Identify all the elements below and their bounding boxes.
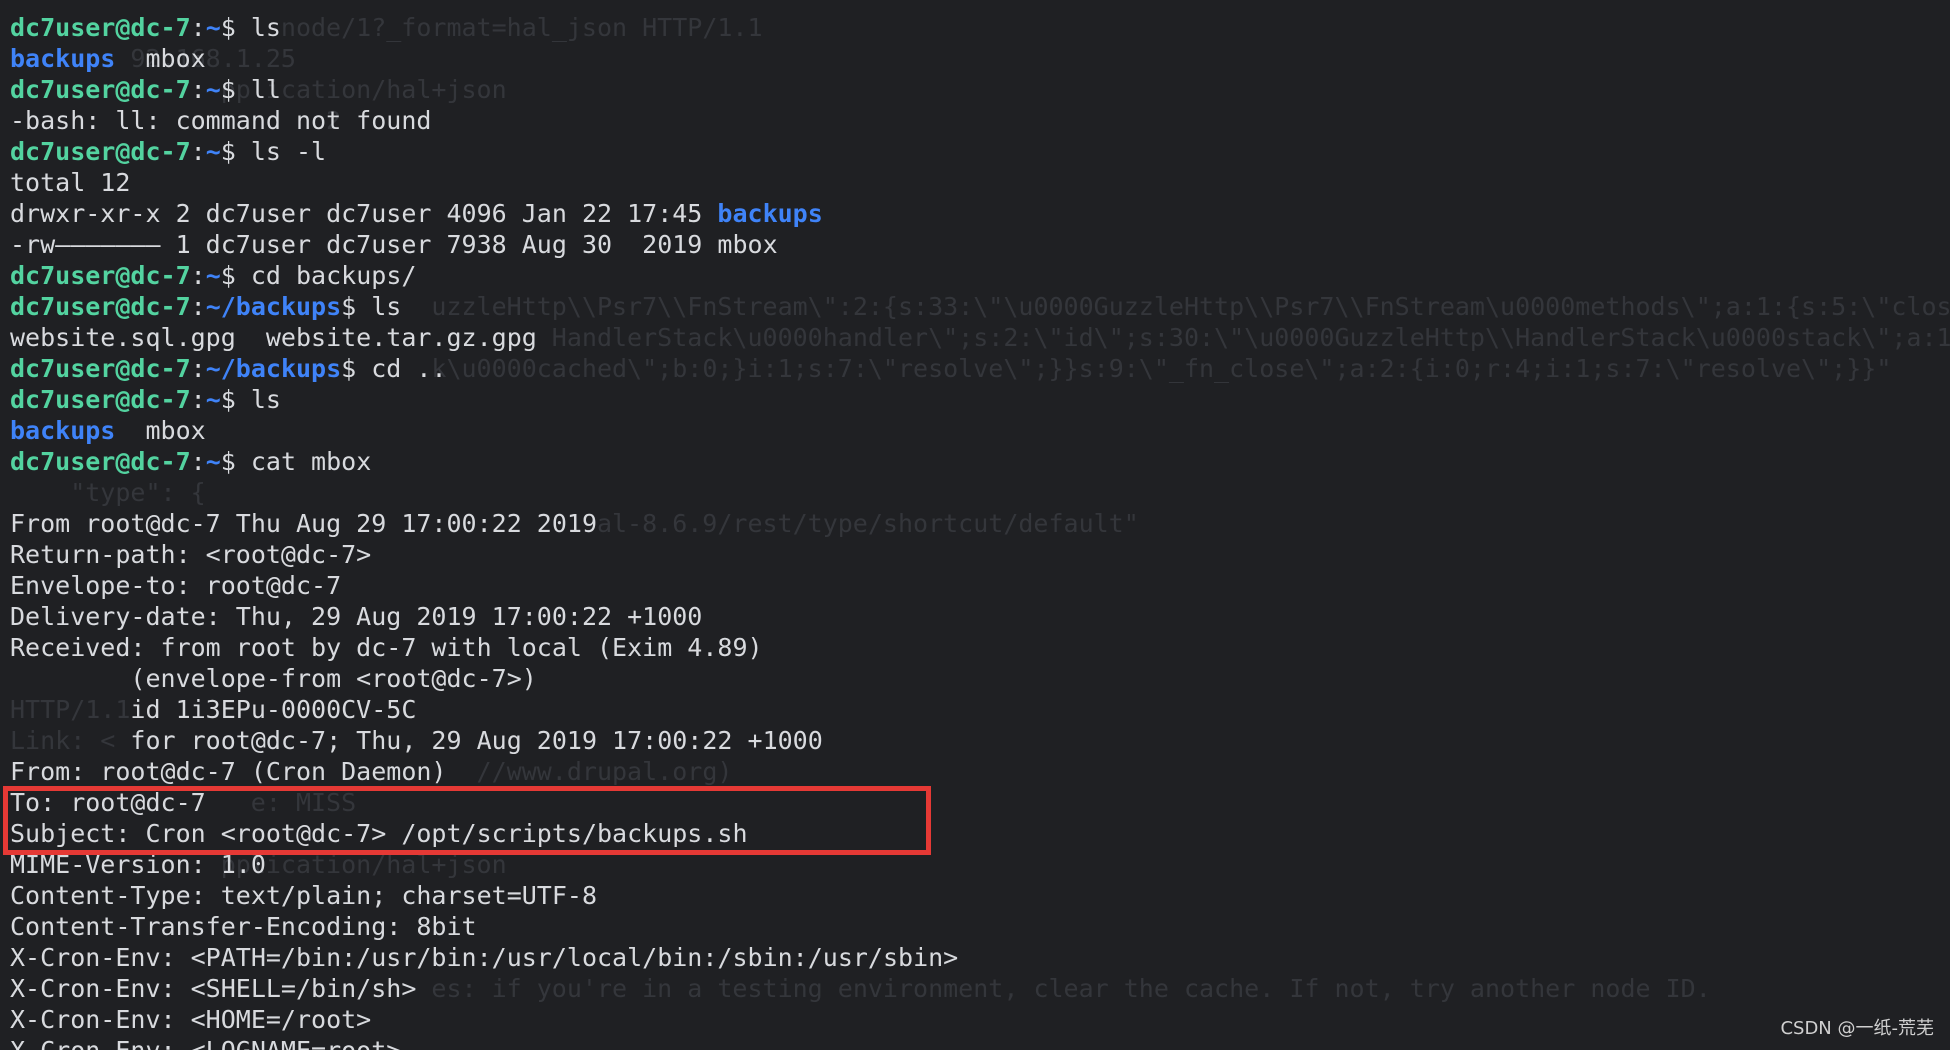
terminal-text-prompt-path: ~ bbox=[205, 137, 221, 166]
terminal-line: for root@dc-7; Thu, 29 Aug 2019 17:00:22… bbox=[10, 725, 958, 756]
terminal-line: id 1i3EPu-0000CV-5C bbox=[10, 694, 958, 725]
terminal-line: From root@dc-7 Thu Aug 29 17:00:22 2019 bbox=[10, 508, 958, 539]
terminal-text-prompt-dollar: $ cd backups/ bbox=[220, 261, 417, 290]
terminal-line: dc7user@dc-7:~$ ll bbox=[10, 74, 958, 105]
terminal-line: X-Cron-Env: <HOME=/root> bbox=[10, 1004, 958, 1035]
terminal-line: X-Cron-Env: <LOGNAME=root> bbox=[10, 1035, 958, 1050]
terminal-line: Content-Type: text/plain; charset=UTF-8 bbox=[10, 880, 958, 911]
terminal-line: X-Cron-Env: <SHELL=/bin/sh> bbox=[10, 973, 958, 1004]
terminal-line: From: root@dc-7 (Cron Daemon) bbox=[10, 756, 958, 787]
terminal-text-plain: -bash: ll: command not found bbox=[10, 106, 432, 135]
terminal-text-plain: X-Cron-Env: <SHELL=/bin/sh> bbox=[10, 974, 417, 1003]
terminal-text-prompt-colon: : bbox=[190, 137, 206, 166]
terminal-line: dc7user@dc-7:~$ cd backups/ bbox=[10, 260, 958, 291]
terminal-text-dir: backups bbox=[10, 44, 116, 73]
terminal-line: total 12 bbox=[10, 167, 958, 198]
terminal-text-prompt-user: dc7user@dc-7 bbox=[10, 75, 191, 104]
terminal-window[interactable]: node/1?_format=hal_json HTTP/1.1 92.168.1… bbox=[0, 0, 1950, 1050]
terminal-line: -rw——————— 1 dc7user dc7user 7938 Aug 30… bbox=[10, 229, 958, 260]
terminal-line: dc7user@dc-7:~$ ls bbox=[10, 384, 958, 415]
terminal-line: dc7user@dc-7:~$ ls bbox=[10, 12, 958, 43]
terminal-text-plain: drwxr-xr-x 2 dc7user dc7user 4096 Jan 22… bbox=[10, 199, 718, 228]
terminal-line: backups mbox bbox=[10, 415, 958, 446]
terminal-text-prompt-user: dc7user@dc-7 bbox=[10, 261, 191, 290]
terminal-line: Delivery-date: Thu, 29 Aug 2019 17:00:22… bbox=[10, 601, 958, 632]
terminal-line: X-Cron-Env: <PATH=/bin:/usr/bin:/usr/loc… bbox=[10, 942, 958, 973]
terminal-text-prompt-user: dc7user@dc-7 bbox=[10, 385, 191, 414]
terminal-text-prompt-path: ~ bbox=[205, 75, 221, 104]
terminal-line: dc7user@dc-7:~/backups$ ls bbox=[10, 291, 958, 322]
terminal-text-prompt-dollar: $ cat mbox bbox=[220, 447, 372, 476]
terminal-text-plain: mbox bbox=[115, 416, 206, 445]
terminal-text-prompt-dollar: $ ls bbox=[220, 13, 281, 42]
terminal-text-plain: for root@dc-7; Thu, 29 Aug 2019 17:00:22… bbox=[10, 726, 823, 755]
terminal-text-plain: id 1i3EPu-0000CV-5C bbox=[10, 695, 417, 724]
terminal-text-plain: Content-Transfer-Encoding: 8bit bbox=[10, 912, 477, 941]
terminal-text-plain: From root@dc-7 Thu Aug 29 17:00:22 2019 bbox=[10, 509, 597, 538]
terminal-text-prompt-user: dc7user@dc-7 bbox=[10, 292, 191, 321]
terminal-text-plain: X-Cron-Env: <LOGNAME=root> bbox=[10, 1036, 401, 1050]
highlight-box bbox=[3, 786, 931, 855]
terminal-line: dc7user@dc-7:~/backups$ cd .. bbox=[10, 353, 958, 384]
terminal-text-prompt-user: dc7user@dc-7 bbox=[10, 354, 191, 383]
terminal-text-plain: X-Cron-Env: <HOME=/root> bbox=[10, 1005, 372, 1034]
terminal-text-plain: Envelope-to: root@dc-7 bbox=[10, 571, 342, 600]
terminal-text-prompt-path: ~ bbox=[205, 385, 221, 414]
terminal-text-prompt-dollar: $ cd .. bbox=[341, 354, 447, 383]
terminal-text-plain: Received: from root by dc-7 with local (… bbox=[10, 633, 763, 662]
terminal-text-prompt-dollar: $ ls -l bbox=[220, 137, 327, 166]
terminal-text-prompt-dollar: $ ls bbox=[341, 292, 402, 321]
terminal-text-plain: total 12 bbox=[10, 168, 131, 197]
terminal-text-prompt-colon: : bbox=[190, 447, 206, 476]
terminal-text-prompt-path: ~/backups bbox=[205, 292, 342, 321]
terminal-text-plain: From: root@dc-7 (Cron Daemon) bbox=[10, 757, 447, 786]
terminal-text-prompt-colon: : bbox=[190, 13, 206, 42]
terminal-line: -bash: ll: command not found bbox=[10, 105, 958, 136]
terminal-text-plain: Delivery-date: Thu, 29 Aug 2019 17:00:22… bbox=[10, 602, 703, 631]
terminal-text-prompt-path: ~ bbox=[205, 261, 221, 290]
terminal-line: (envelope-from <root@dc-7>) bbox=[10, 663, 958, 694]
terminal-line: Content-Transfer-Encoding: 8bit bbox=[10, 911, 958, 942]
terminal-text-plain: (envelope-from <root@dc-7>) bbox=[10, 664, 537, 693]
terminal-text-dir: backups bbox=[10, 416, 116, 445]
terminal-line: Received: from root by dc-7 with local (… bbox=[10, 632, 958, 663]
terminal-text-prompt-dollar: $ ll bbox=[220, 75, 281, 104]
terminal-text-prompt-user: dc7user@dc-7 bbox=[10, 137, 191, 166]
terminal-text-plain: -rw——————— 1 dc7user dc7user 7938 Aug 30… bbox=[10, 230, 778, 259]
terminal-text-prompt-user: dc7user@dc-7 bbox=[10, 13, 191, 42]
terminal-line: website.sql.gpg website.tar.gz.gpg bbox=[10, 322, 958, 353]
terminal-text-prompt-dollar: $ ls bbox=[220, 385, 281, 414]
terminal-line: dc7user@dc-7:~$ ls -l bbox=[10, 136, 958, 167]
terminal-output: dc7user@dc-7:~$ ls backups mbox dc7user@dc… bbox=[10, 12, 958, 1050]
terminal-line: Return-path: <root@dc-7> bbox=[10, 539, 958, 570]
terminal-text-prompt-colon: : bbox=[190, 354, 206, 383]
terminal-text-plain: X-Cron-Env: <PATH=/bin:/usr/bin:/usr/loc… bbox=[10, 943, 959, 972]
terminal-text-prompt-user: dc7user@dc-7 bbox=[10, 447, 191, 476]
terminal-text-plain: website.sql.gpg website.tar.gz.gpg bbox=[10, 323, 537, 352]
terminal-text-plain: Return-path: <root@dc-7> bbox=[10, 540, 372, 569]
terminal-line: dc7user@dc-7:~$ cat mbox bbox=[10, 446, 958, 477]
terminal-text-prompt-colon: : bbox=[190, 261, 206, 290]
terminal-text-prompt-colon: : bbox=[190, 385, 206, 414]
terminal-line: backups mbox bbox=[10, 43, 958, 74]
terminal-text-plain: Content-Type: text/plain; charset=UTF-8 bbox=[10, 881, 597, 910]
terminal-line: Envelope-to: root@dc-7 bbox=[10, 570, 958, 601]
watermark: CSDN @一纸-荒芜 bbox=[1780, 1018, 1934, 1039]
terminal-line: drwxr-xr-x 2 dc7user dc7user 4096 Jan 22… bbox=[10, 198, 958, 229]
terminal-text-prompt-path: ~/backups bbox=[205, 354, 342, 383]
terminal-text-prompt-path: ~ bbox=[205, 447, 221, 476]
terminal-text-prompt-colon: : bbox=[190, 292, 206, 321]
terminal-text-prompt-colon: : bbox=[190, 75, 206, 104]
terminal-text-prompt-path: ~ bbox=[205, 13, 221, 42]
terminal-text-plain: mbox bbox=[115, 44, 206, 73]
terminal-text-dir: backups bbox=[717, 199, 823, 228]
